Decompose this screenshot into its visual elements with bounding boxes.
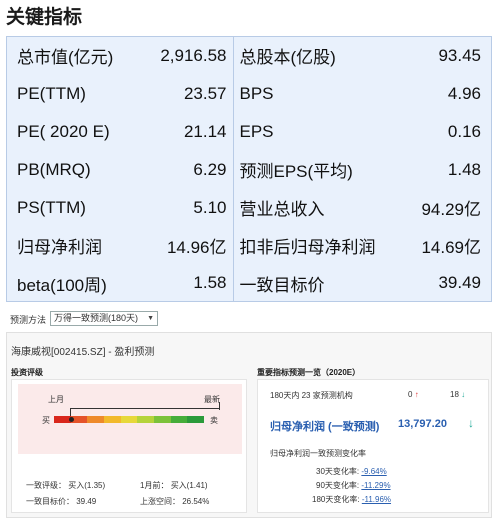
forecast-toolbar: 预测方法 万得一致预测(180天) ▼: [6, 310, 492, 328]
metric-label: 扣非后归母净利润: [239, 237, 376, 257]
arrow-up-icon: ↑: [414, 390, 419, 399]
change-link[interactable]: -11.29%: [361, 481, 390, 490]
metric-label: PS(TTM): [17, 197, 86, 217]
latest-label: 最新: [204, 395, 220, 404]
metric-value: 1.48: [447, 159, 481, 179]
metric-value: 93.45: [438, 45, 481, 65]
upside: 上涨空间： 26.54%: [140, 496, 209, 507]
upside-value: 26.54%: [182, 497, 210, 506]
last-month-label: 上月: [48, 395, 64, 404]
change-row-180: 180天变化率: -11.96%: [312, 494, 391, 505]
metric-value: 1.58: [127, 264, 234, 303]
scale-segment: [120, 416, 138, 423]
metric-row: PB(MRQ) 6.29 预测EPS(平均) 1.48: [7, 150, 491, 189]
rating-scale: [54, 416, 205, 423]
method-select[interactable]: 万得一致预测(180天) ▼: [50, 311, 158, 326]
metric-label: PE( 2020 E): [17, 121, 110, 141]
rating-chart: 上月 最新 买 卖: [18, 384, 242, 454]
metric-row: 总市值(亿元) 2,916.58 总股本(亿股) 93.45: [7, 37, 491, 75]
marker-connector: [70, 408, 220, 409]
change-row-30: 30天变化率: -9.64%: [316, 466, 387, 477]
down-count: 18 ↓: [450, 390, 465, 399]
up-count: 0 ↑: [408, 390, 419, 399]
estimates-title: 重要指标预测一览（2020E）: [257, 368, 361, 377]
coverage-text: 180天内 23 家预测机构: [270, 391, 353, 400]
metric-row: PE(TTM) 23.57 BPS 4.96: [7, 74, 491, 113]
rating-marker: [69, 417, 74, 422]
metric-row: PE( 2020 E) 21.14 EPS 0.16: [7, 112, 491, 151]
metric-value: 0.16: [447, 121, 481, 141]
metric-value: 6.29: [127, 150, 234, 189]
scale-segment: [87, 416, 105, 423]
buy-label: 买: [42, 416, 50, 425]
method-select-value: 万得一致预测(180天): [54, 313, 139, 323]
sell-label: 卖: [210, 416, 218, 425]
net-profit-value: 13,797.20: [398, 418, 447, 430]
change-label: 30天变化率:: [316, 467, 360, 476]
metric-value: 21.14: [127, 112, 234, 151]
metric-label: EPS: [239, 121, 274, 141]
up-count-value: 0: [408, 390, 413, 399]
metric-label: 总股本(亿股): [239, 48, 336, 68]
metric-label: 总市值(亿元): [17, 48, 114, 68]
metric-label: 一致目标价: [239, 275, 325, 295]
metric-value: 14.96亿: [127, 226, 234, 265]
estimates-panel: 180天内 23 家预测机构 0 ↑ 18 ↓ 归母净利润 (一致预测) 13,…: [257, 379, 489, 513]
net-profit-label: 归母净利润 (一致预测): [270, 421, 380, 433]
key-metrics-table: 总市值(亿元) 2,916.58 总股本(亿股) 93.45 PE(TTM) 23.57 B…: [7, 37, 491, 303]
change-label: 90天变化率:: [316, 481, 360, 490]
consensus-rating: 一致评级： 买入(1.35): [26, 480, 105, 491]
last-month-tick: [70, 408, 71, 416]
down-count-value: 18: [450, 390, 459, 399]
metric-value: 39.49: [438, 273, 481, 293]
metric-value: 14.69亿: [421, 237, 481, 257]
scale-segment: [154, 416, 171, 423]
target-label: 一致目标价：: [26, 497, 74, 506]
rating-panel: 上月 最新 买 卖 一致评级： 买入(1.35) 1月前： 买入(1.41) 一…: [11, 379, 247, 513]
target-value: 39.49: [76, 497, 97, 506]
change-label: 180天变化率:: [312, 495, 360, 504]
scale-segment: [187, 416, 205, 423]
scale-segment: [137, 416, 155, 423]
arrow-down-icon: ↓: [461, 390, 466, 399]
metric-row: PS(TTM) 5.10 营业总收入 94.29亿: [7, 188, 491, 227]
section-title: 关键指标: [6, 7, 83, 28]
change-title: 归母净利润一致预测变化率: [270, 449, 366, 458]
consensus-rating-label: 一致评级：: [26, 481, 66, 490]
metric-label: 预测EPS(平均): [239, 162, 353, 182]
trend-down-icon: ↓: [468, 416, 474, 430]
metric-row: beta(100周) 1.58 一致目标价 39.49: [7, 264, 491, 303]
change-link[interactable]: -11.96%: [362, 495, 391, 504]
metric-value: 4.96: [447, 83, 481, 103]
key-metrics-panel: 总市值(亿元) 2,916.58 总股本(亿股) 93.45 PE(TTM) 23.57 B…: [6, 36, 492, 303]
scale-segment: [170, 416, 188, 423]
metric-label: PB(MRQ): [17, 159, 91, 179]
metric-row: 归母净利润 14.96亿 扣非后归母净利润 14.69亿: [7, 226, 491, 265]
metric-value: 23.57: [127, 74, 234, 113]
rating-title: 投资评级: [11, 368, 43, 377]
consensus-rating-value: 买入(1.35): [68, 481, 106, 490]
change-link[interactable]: -9.64%: [361, 467, 386, 476]
metric-value: 5.10: [127, 188, 234, 227]
forecast-panel: 海康威视[002415.SZ] - 盈利预测 投资评级 重要指标预测一览（202…: [6, 332, 492, 518]
chevron-down-icon: ▼: [147, 315, 154, 322]
metric-label: 归母净利润: [17, 237, 102, 257]
upside-label: 上涨空间：: [140, 497, 180, 506]
metric-label: beta(100周): [17, 275, 107, 295]
month-ago-label: 1月前：: [140, 481, 169, 490]
target-price: 一致目标价： 39.49: [26, 496, 96, 507]
scale-segment: [104, 416, 121, 423]
metric-label: PE(TTM): [17, 83, 86, 103]
metric-label: 营业总收入: [239, 200, 325, 219]
forecast-subhead: 海康威视[002415.SZ] - 盈利预测: [11, 347, 155, 358]
month-ago-value: 买入(1.41): [170, 481, 208, 490]
metric-label: BPS: [239, 83, 274, 103]
method-label: 预测方法: [10, 315, 47, 325]
change-row-90: 90天变化率: -11.29%: [316, 480, 391, 491]
metric-value: 94.29亿: [421, 200, 481, 219]
latest-tick: [219, 402, 220, 410]
month-ago-rating: 1月前： 买入(1.41): [140, 480, 208, 491]
metric-value: 2,916.58: [127, 37, 234, 75]
